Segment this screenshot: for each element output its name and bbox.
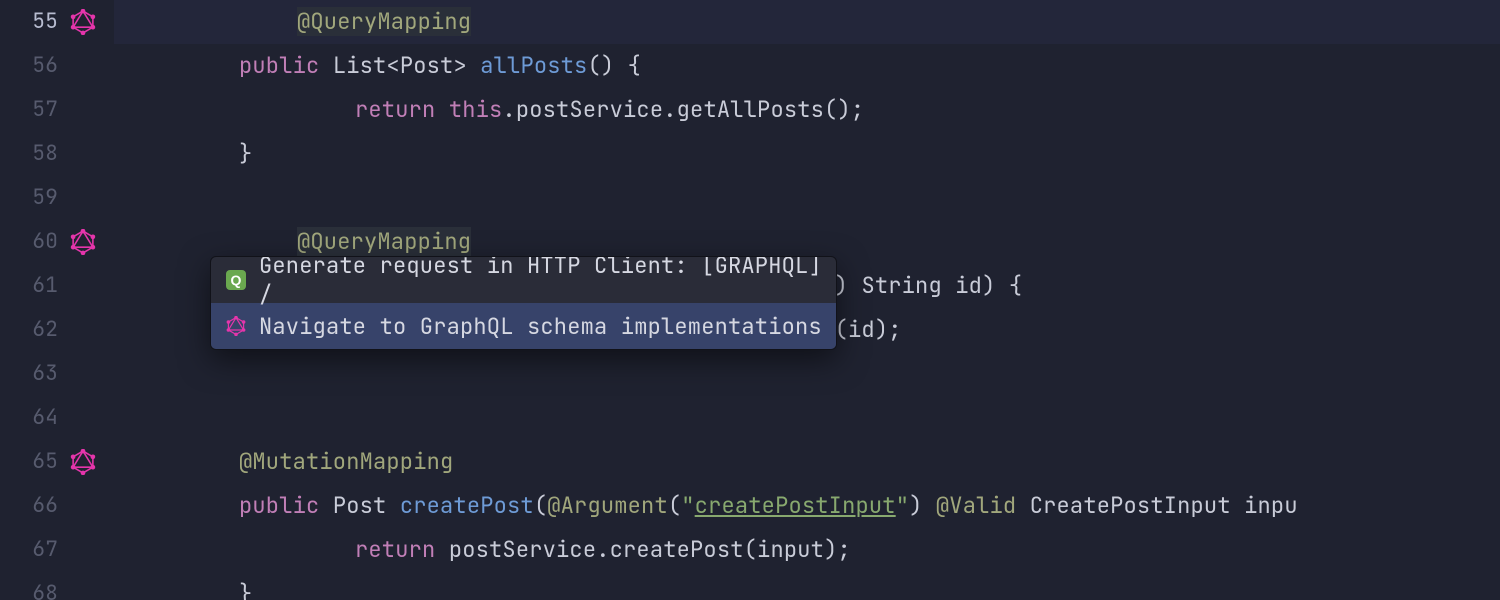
graphql-icon [70, 229, 96, 255]
code-line[interactable] [114, 352, 1500, 396]
popup-item-label: Navigate to GraphQL schema implementatio… [259, 312, 822, 341]
line-number: 56 [0, 44, 70, 88]
action-navigate-graphql-schema[interactable]: Navigate to GraphQL schema implementatio… [211, 303, 836, 349]
code-line[interactable]: return postService.createPost(input); [114, 528, 1500, 572]
code-editor: 5556575859606162636465666768 @QueryMappi… [0, 0, 1500, 600]
line-number: 66 [0, 484, 70, 528]
line-number: 61 [0, 264, 70, 308]
line-number: 60 [0, 220, 70, 264]
line-number: 64 [0, 396, 70, 440]
gutter-icon-slot[interactable] [70, 88, 114, 132]
line-number: 63 [0, 352, 70, 396]
gutter-icon-slot[interactable] [70, 352, 114, 396]
action-generate-http-request[interactable]: QGenerate request in HTTP Client: [GRAPH… [211, 257, 836, 303]
code-line[interactable]: @MutationMapping [114, 440, 1500, 484]
gutter-icon-slot[interactable] [70, 220, 114, 264]
line-number: 57 [0, 88, 70, 132]
gutter-icon-slot[interactable] [70, 0, 114, 44]
http-client-icon: Q [226, 270, 246, 290]
line-number-gutter: 5556575859606162636465666768 [0, 0, 70, 600]
code-line[interactable]: return this.postService.getAllPosts(); [114, 88, 1500, 132]
code-area[interactable]: @QueryMappingpublic List<Post> allPosts(… [114, 0, 1500, 600]
line-number: 62 [0, 308, 70, 352]
line-number: 58 [0, 132, 70, 176]
graphql-icon [70, 449, 96, 475]
gutter-icon-slot[interactable] [70, 176, 114, 220]
gutter-icon-slot[interactable] [70, 396, 114, 440]
code-line[interactable]: } [114, 132, 1500, 176]
gutter-icon-slot[interactable] [70, 528, 114, 572]
graphql-icon [226, 316, 246, 336]
popup-item-label: Generate request in HTTP Client: [GRAPHQ… [259, 256, 822, 309]
graphql-icon [70, 9, 96, 35]
code-line[interactable] [114, 396, 1500, 440]
gutter-icon-slot[interactable] [70, 440, 114, 484]
line-number: 65 [0, 440, 70, 484]
line-number: 68 [0, 572, 70, 600]
code-line[interactable]: @QueryMapping [114, 0, 1500, 44]
code-line[interactable]: } [114, 572, 1500, 600]
line-number: 55 [0, 0, 70, 44]
gutter-icon-slot[interactable] [70, 44, 114, 88]
intention-actions-popup[interactable]: Q Generate request in HTTP Client: [GRAPH… [210, 256, 837, 350]
code-line[interactable]: public List<Post> allPosts() { [114, 44, 1500, 88]
code-line[interactable]: public Post createPost(@Argument("create… [114, 484, 1500, 528]
gutter-icon-slot[interactable] [70, 308, 114, 352]
gutter-icon-slot[interactable] [70, 264, 114, 308]
gutter-icon-slot[interactable] [70, 132, 114, 176]
code-line[interactable] [114, 176, 1500, 220]
line-number: 67 [0, 528, 70, 572]
line-number: 59 [0, 176, 70, 220]
gutter-icon-column [70, 0, 114, 600]
gutter-icon-slot[interactable] [70, 572, 114, 600]
gutter-icon-slot[interactable] [70, 484, 114, 528]
